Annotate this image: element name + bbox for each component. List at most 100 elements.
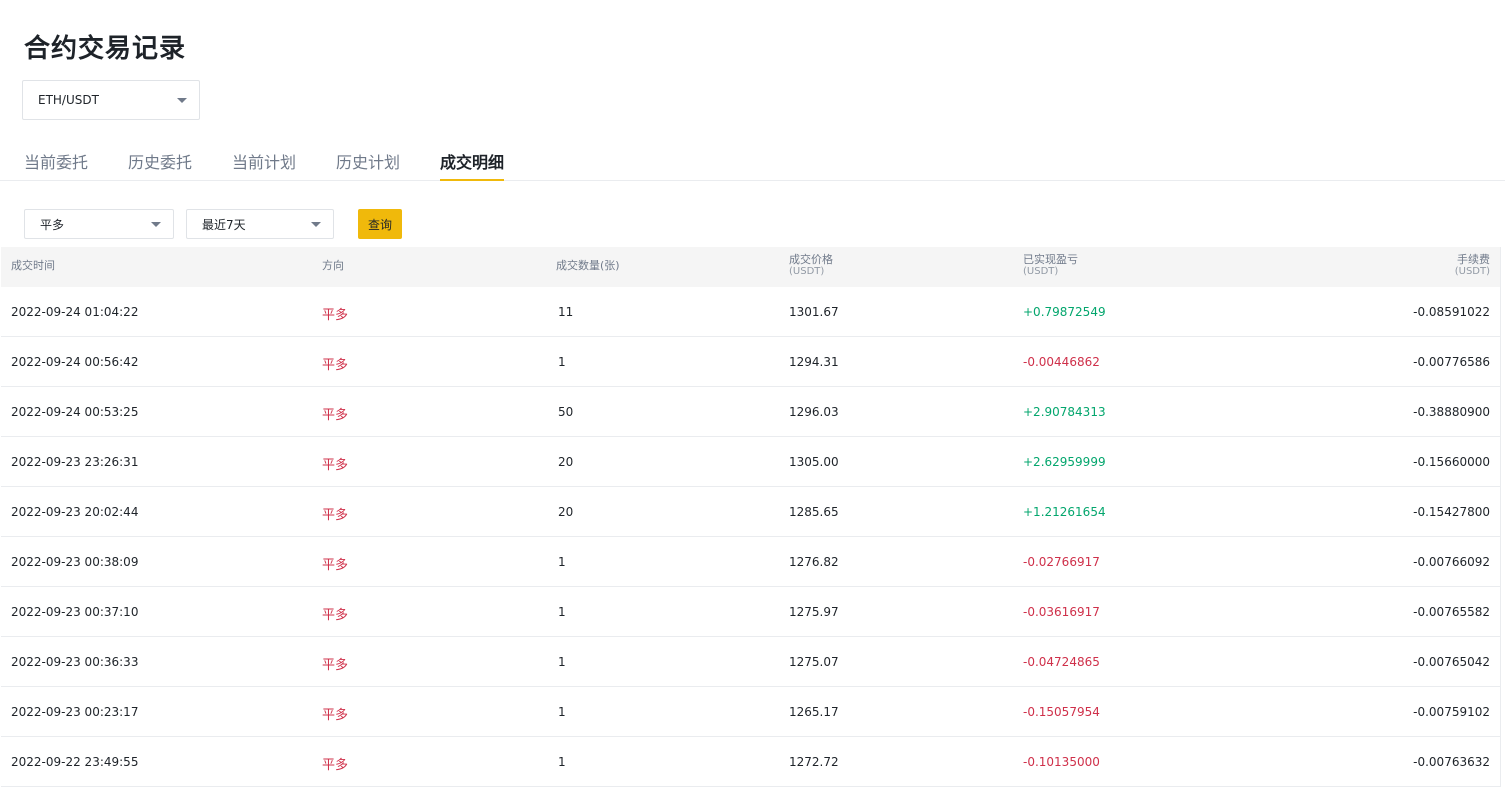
- cell-fee: -0.38880900: [1413, 405, 1490, 419]
- trade-table: 成交时间 方向 成交数量(张) 成交价格 (USDT) 已实现盈亏 (USDT)…: [1, 247, 1501, 787]
- caret-down-icon: [177, 98, 187, 103]
- header-pnl-label: 已实现盈亏: [1023, 253, 1078, 266]
- tab-trade-details[interactable]: 成交明细: [440, 149, 505, 181]
- cell-time: 2022-09-23 00:37:10: [11, 605, 139, 619]
- cell-time: 2022-09-24 00:56:42: [11, 355, 139, 369]
- cell-quantity: 1: [558, 705, 566, 719]
- cell-quantity: 1: [558, 655, 566, 669]
- cell-price: 1276.82: [789, 555, 839, 569]
- tab-current-plans[interactable]: 当前计划: [232, 149, 296, 181]
- tab-order-history[interactable]: 历史委托: [128, 149, 192, 181]
- cell-time: 2022-09-24 00:53:25: [11, 405, 139, 419]
- cell-pnl: -0.00446862: [1023, 355, 1100, 369]
- cell-pnl: -0.02766917: [1023, 555, 1100, 569]
- cell-time: 2022-09-23 00:36:33: [11, 655, 139, 669]
- page-title: 合约交易记录: [24, 34, 187, 64]
- cell-direction: 平多: [322, 358, 349, 373]
- cell-pnl: +2.90784313: [1023, 405, 1106, 419]
- tab-plan-history[interactable]: 历史计划: [336, 149, 400, 181]
- header-direction: 方向: [322, 259, 344, 272]
- cell-fee: -0.00776586: [1413, 355, 1490, 369]
- cell-fee: -0.15660000: [1413, 455, 1490, 469]
- header-fee: 手续费 (USDT): [1454, 253, 1490, 278]
- cell-direction: 平多: [322, 608, 349, 623]
- cell-fee: -0.00763632: [1413, 755, 1490, 769]
- cell-direction: 平多: [322, 708, 349, 723]
- cell-quantity: 20: [558, 455, 574, 469]
- table-row: 2022-09-23 23:26:31 平多 20 1305.00 +2.6295999…: [1, 437, 1501, 487]
- cell-price: 1285.65: [789, 505, 839, 519]
- cell-fee: -0.15427800: [1413, 505, 1490, 519]
- table-row: 2022-09-23 20:02:44 平多 20 1285.65 +1.2126165…: [1, 487, 1501, 537]
- cell-pnl: +2.62959999: [1023, 455, 1106, 469]
- cell-direction: 平多: [322, 508, 349, 523]
- cell-time: 2022-09-22 23:49:55: [11, 755, 139, 769]
- tab-current-orders[interactable]: 当前委托: [24, 149, 88, 181]
- header-price-unit: (USDT): [789, 266, 825, 277]
- table-body: 2022-09-24 01:04:22 平多 11 1301.67 +0.7987254…: [1, 287, 1501, 787]
- cell-pnl: -0.04724865: [1023, 655, 1100, 669]
- cell-price: 1294.31: [789, 355, 839, 369]
- table-row: 2022-09-23 00:36:33 平多 1 1275.07 -0.04724865…: [1, 637, 1501, 687]
- period-filter-value: 最近7天: [202, 217, 246, 232]
- order-tabs: 当前委托 历史委托 当前计划 历史计划 成交明细: [0, 140, 1505, 181]
- direction-filter-value: 平多: [40, 217, 65, 232]
- header-quantity: 成交数量(张): [556, 259, 620, 272]
- cell-pnl: -0.10135000: [1023, 755, 1100, 769]
- period-filter[interactable]: 最近7天: [186, 209, 334, 239]
- cell-direction: 平多: [322, 558, 349, 573]
- cell-quantity: 1: [558, 355, 566, 369]
- cell-price: 1275.07: [789, 655, 839, 669]
- cell-quantity: 20: [558, 505, 574, 519]
- pair-select-value: ETH/USDT: [38, 93, 99, 107]
- cell-fee: -0.08591022: [1413, 305, 1490, 319]
- cell-quantity: 11: [558, 305, 574, 319]
- pair-select[interactable]: ETH/USDT: [22, 80, 200, 120]
- cell-pnl: +0.79872549: [1023, 305, 1106, 319]
- cell-direction: 平多: [322, 658, 349, 673]
- cell-time: 2022-09-23 23:26:31: [11, 455, 139, 469]
- direction-filter[interactable]: 平多: [24, 209, 174, 239]
- table-divider: [1500, 247, 1501, 787]
- cell-quantity: 1: [558, 605, 566, 619]
- cell-direction: 平多: [322, 408, 349, 423]
- cell-price: 1305.00: [789, 455, 839, 469]
- table-row: 2022-09-23 00:23:17 平多 1 1265.17 -0.15057954…: [1, 687, 1501, 737]
- header-time: 成交时间: [11, 259, 55, 272]
- cell-quantity: 1: [558, 555, 566, 569]
- cell-fee: -0.00765582: [1413, 605, 1490, 619]
- cell-fee: -0.00765042: [1413, 655, 1490, 669]
- cell-price: 1296.03: [789, 405, 839, 419]
- query-button[interactable]: 查询: [358, 209, 402, 239]
- cell-price: 1265.17: [789, 705, 839, 719]
- table-row: 2022-09-24 01:04:22 平多 11 1301.67 +0.7987254…: [1, 287, 1501, 337]
- cell-pnl: -0.15057954: [1023, 705, 1100, 719]
- cell-fee: -0.00759102: [1413, 705, 1490, 719]
- cell-price: 1301.67: [789, 305, 839, 319]
- table-row: 2022-09-23 00:37:10 平多 1 1275.97 -0.03616917…: [1, 587, 1501, 637]
- cell-price: 1272.72: [789, 755, 839, 769]
- cell-fee: -0.00766092: [1413, 555, 1490, 569]
- cell-time: 2022-09-24 01:04:22: [11, 305, 139, 319]
- caret-down-icon: [151, 222, 161, 227]
- cell-pnl: +1.21261654: [1023, 505, 1106, 519]
- cell-time: 2022-09-23 00:38:09: [11, 555, 139, 569]
- table-row: 2022-09-24 00:53:25 平多 50 1296.03 +2.9078431…: [1, 387, 1501, 437]
- header-fee-label: 手续费: [1457, 253, 1490, 266]
- cell-price: 1275.97: [789, 605, 839, 619]
- cell-quantity: 1: [558, 755, 566, 769]
- table-row: 2022-09-24 00:56:42 平多 1 1294.31 -0.00446862…: [1, 337, 1501, 387]
- cell-quantity: 50: [558, 405, 574, 419]
- header-price: 成交价格 (USDT): [789, 254, 833, 278]
- table-header: 成交时间 方向 成交数量(张) 成交价格 (USDT) 已实现盈亏 (USDT)…: [1, 247, 1501, 287]
- header-fee-unit: (USDT): [1454, 266, 1490, 277]
- header-pnl: 已实现盈亏 (USDT): [1023, 253, 1078, 278]
- cell-time: 2022-09-23 20:02:44: [11, 505, 139, 519]
- cell-direction: 平多: [322, 458, 349, 473]
- caret-down-icon: [311, 222, 321, 227]
- table-row: 2022-09-22 23:49:55 平多 1 1272.72 -0.10135000…: [1, 737, 1501, 787]
- table-row: 2022-09-23 00:38:09 平多 1 1276.82 -0.02766917…: [1, 537, 1501, 587]
- cell-time: 2022-09-23 00:23:17: [11, 705, 139, 719]
- cell-direction: 平多: [322, 758, 349, 773]
- cell-direction: 平多: [322, 308, 349, 323]
